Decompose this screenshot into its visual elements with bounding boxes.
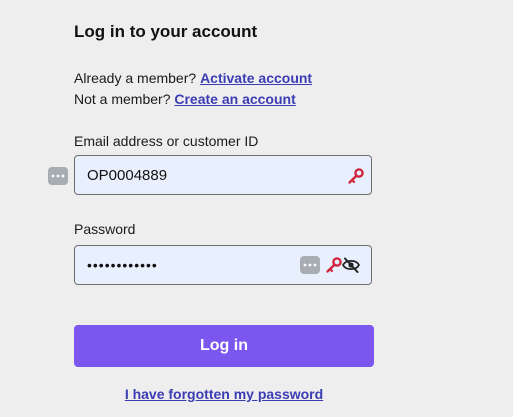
email-field[interactable]: OP0004889 [74,155,372,195]
login-button[interactable]: Log in [74,325,374,367]
email-value: OP0004889 [87,167,168,184]
non-member-prompt-text: Not a member? [74,91,171,107]
member-prompt-text: Already a member? [74,70,197,86]
password-label: Password [74,221,136,237]
password-manager-icon[interactable] [300,256,320,274]
activate-account-link[interactable]: Activate account [200,70,312,86]
password-field[interactable]: •••••••••••• [74,245,372,285]
password-value: •••••••••••• [87,257,158,273]
password-manager-icon[interactable] [48,167,68,185]
email-label: Email address or customer ID [74,133,259,149]
key-icon[interactable] [347,167,365,185]
forgot-password-link[interactable]: I have forgotten my password [74,386,374,402]
non-member-prompt: Not a member? Create an account [74,91,296,107]
eye-slash-icon[interactable] [341,256,361,274]
member-prompt: Already a member? Activate account [74,70,312,86]
create-account-link[interactable]: Create an account [174,91,295,107]
page-title: Log in to your account [74,22,258,41]
